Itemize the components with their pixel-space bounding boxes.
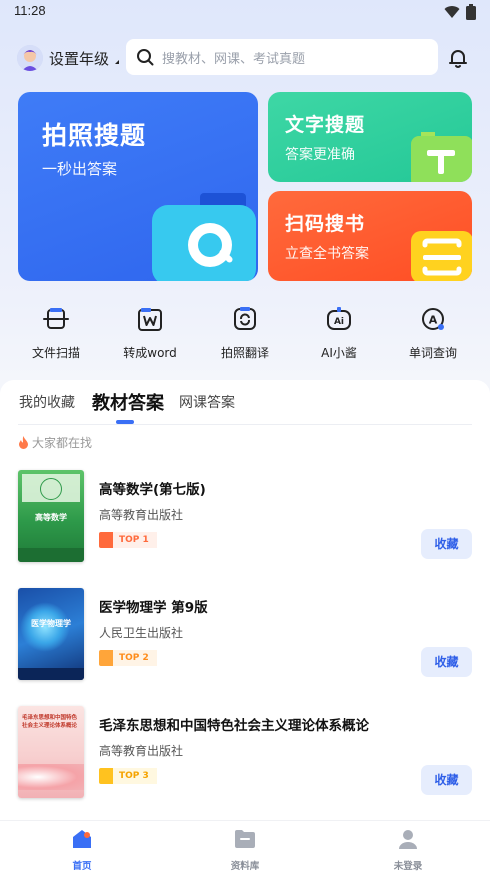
caret-down-icon [115,60,120,64]
grade-selector[interactable]: 设置年级 [17,44,120,72]
photo-search-subtitle: 一秒出答案 [42,160,118,178]
book-publisher: 人民卫生出版社 [99,626,184,640]
rank-text: TOP 2 [113,650,157,666]
book-cover: 毛泽东思想和中国特色社会主义理论体系概论 [18,706,84,798]
book-item[interactable]: 高等数学 高等数学(第七版) 高等教育出版社 TOP 1 收藏 [0,470,490,570]
bottom-nav: 首页 资料库 未登录 [0,820,490,872]
bell-icon[interactable] [446,46,470,70]
book-cover-title: 高等数学 [35,513,67,522]
nav-label-profile: 未登录 [393,861,423,872]
favorite-button[interactable]: 收藏 [421,647,472,677]
tab-online-course-answers[interactable]: 网课答案 [179,392,235,412]
text-search-subtitle: 答案更准确 [285,147,355,163]
text-icon [411,132,472,182]
nav-profile[interactable]: 未登录 [378,827,438,872]
camera-icon [152,193,256,281]
text-search-card[interactable]: 文字搜题 答案更准确 [268,92,472,182]
tab-my-favorites[interactable]: 我的收藏 [19,392,75,412]
hot-section-header: 大家都在找 [18,434,92,451]
tool-label-file-scan: 文件扫描 [31,346,80,360]
tool-label-word-convert: 转成word [123,346,177,360]
tool-word-convert[interactable]: 转成word [105,300,195,361]
tool-ai-assistant[interactable]: Ai AI小酱 [294,300,384,361]
rank-text: TOP 3 [113,768,157,784]
text-search-title: 文字搜题 [285,114,366,136]
grade-label: 设置年级 [49,49,110,68]
nav-library[interactable]: 资料库 [215,827,275,872]
rank-badge-icon [99,768,113,784]
favorite-button[interactable]: 收藏 [421,765,472,795]
avatar [17,45,43,71]
user-icon [399,830,417,849]
photo-search-title: 拍照搜题 [42,121,147,150]
tabs-divider [18,424,472,425]
scan-book-subtitle: 立查全书答案 [285,246,369,262]
search-icon [137,49,154,66]
scan-book-title: 扫码搜书 [285,213,366,235]
book-title: 毛泽东思想和中国特色社会主义理论体系概论 [99,718,369,734]
rank-badge: TOP 3 [99,768,157,784]
tool-photo-translate[interactable]: 拍照翻译 [200,300,290,361]
tool-label-ai-assistant: AI小酱 [321,346,357,360]
search-input[interactable]: 搜教材、网课、考试真题 [126,39,438,75]
book-title: 高等数学(第七版) [99,482,206,498]
barcode-scan-icon [411,231,472,281]
photo-translate-icon [234,307,256,330]
battery-icon [466,4,476,20]
book-item[interactable]: 医学物理学 医学物理学 第9版 人民卫生出版社 TOP 2 收藏 [0,588,490,688]
tool-label-word-lookup: 单词查询 [408,346,457,360]
tab-bar: 我的收藏 教材答案 网课答案 [0,380,490,425]
fire-icon [19,436,28,449]
tool-label-photo-translate: 拍照翻译 [220,346,269,360]
book-cover: 高等数学 [18,470,84,562]
rank-badge: TOP 2 [99,650,157,666]
content-sheet: 我的收藏 教材答案 网课答案 大家都在找 高等数学 高等数学(第七版) 高等教育… [0,380,490,820]
home-icon [73,830,91,848]
folder-icon [235,830,255,848]
search-placeholder: 搜教材、网课、考试真题 [162,51,306,67]
rank-badge-icon [99,532,113,548]
wifi-icon [444,6,460,19]
tool-word-lookup[interactable]: A 单词查询 [388,300,478,361]
rank-text: TOP 1 [113,532,157,548]
nav-home[interactable]: 首页 [52,827,112,872]
status-bar: 11:28 [0,0,490,26]
book-cover-title: 医学物理学 [31,619,71,628]
book-item[interactable]: 毛泽东思想和中国特色社会主义理论体系概论 毛泽东思想和中国特色社会主义理论体系概… [0,706,490,806]
tab-textbook-answers[interactable]: 教材答案 [92,389,164,415]
book-publisher: 高等教育出版社 [99,508,184,522]
word-lookup-icon: A [422,308,444,330]
word-convert-icon [138,308,162,331]
book-publisher: 高等教育出版社 [99,744,184,758]
file-scan-icon [43,308,69,329]
ai-assistant-icon: Ai [327,307,351,330]
tools-row: 文件扫描 转成word 拍照翻译 Ai AI小酱 A 单词查询 [0,300,490,370]
svg-text:Ai: Ai [334,317,344,327]
scan-book-card[interactable]: 扫码搜书 立查全书答案 [268,191,472,281]
nav-label-home: 首页 [72,861,92,872]
svg-text:A: A [429,314,438,327]
rank-badge: TOP 1 [99,532,157,548]
status-icons [444,4,476,20]
nav-label-library: 资料库 [230,861,260,872]
book-title: 医学物理学 第9版 [99,600,208,616]
favorite-button[interactable]: 收藏 [421,529,472,559]
book-cover-title: 毛泽东思想和中国特色社会主义理论体系概论 [22,715,78,729]
photo-search-card[interactable]: 拍照搜题 一秒出答案 [18,92,258,281]
book-cover: 医学物理学 [18,588,84,680]
hot-label: 大家都在找 [32,436,93,450]
status-time: 11:28 [14,3,46,18]
rank-badge-icon [99,650,113,666]
tool-file-scan[interactable]: 文件扫描 [11,300,101,361]
